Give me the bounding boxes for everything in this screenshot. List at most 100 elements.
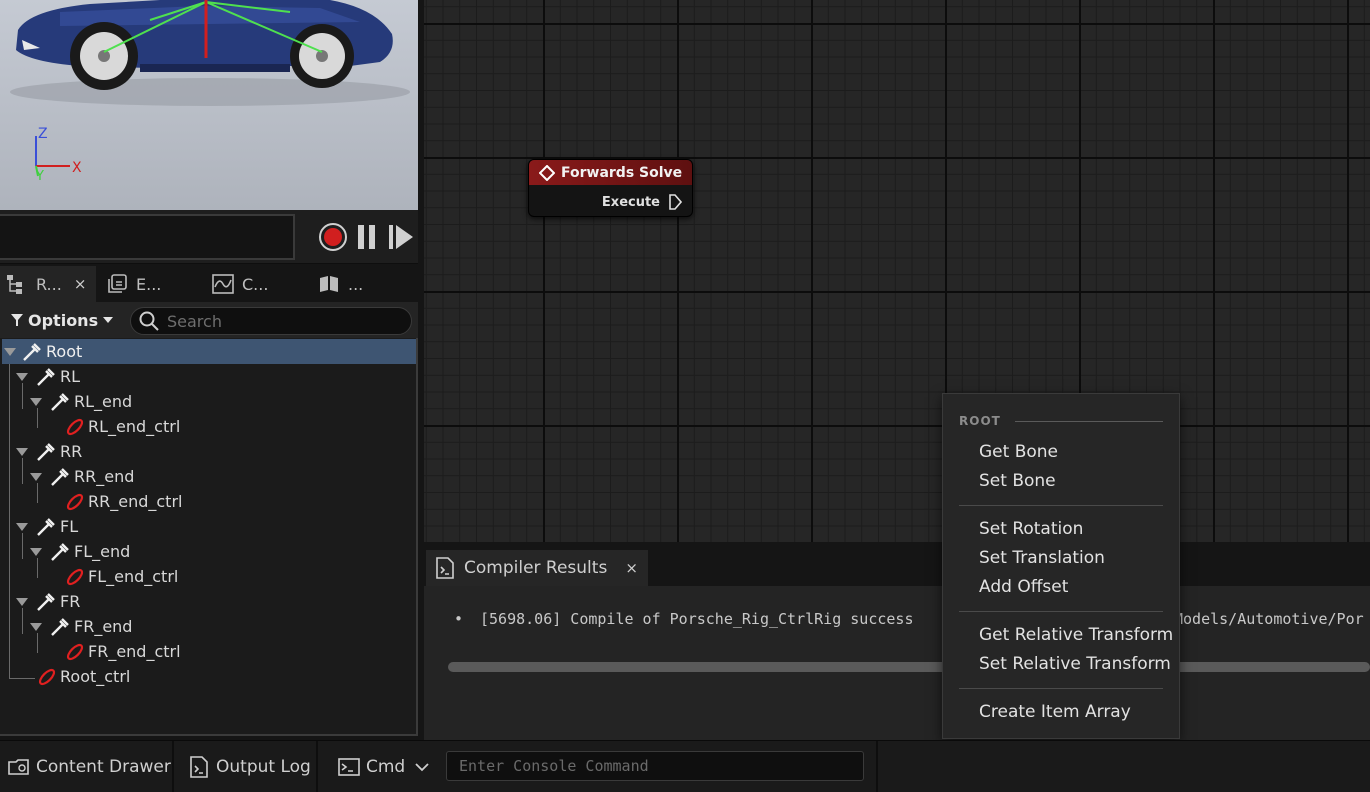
content-drawer-label: Content Drawer bbox=[36, 757, 171, 777]
search-input[interactable] bbox=[167, 311, 387, 331]
pause-icon bbox=[358, 225, 375, 249]
tree-item-label: FR_end bbox=[74, 617, 133, 636]
tab-book[interactable]: ... bbox=[312, 266, 402, 302]
menu-item-set-translation[interactable]: Set Translation bbox=[979, 548, 1105, 568]
tree-item[interactable]: FR_end_ctrl bbox=[2, 639, 416, 664]
tab-label: R... bbox=[36, 274, 62, 294]
bone-icon bbox=[37, 518, 55, 536]
tab-e[interactable]: E... bbox=[96, 266, 202, 302]
tree-item[interactable]: Root bbox=[2, 339, 416, 364]
node-header: Forwards Solve bbox=[529, 160, 692, 185]
tree-item[interactable]: RR bbox=[2, 439, 416, 464]
execute-pin[interactable]: Execute bbox=[602, 194, 682, 210]
rig-hierarchy-icon bbox=[7, 275, 22, 294]
expand-caret-icon bbox=[30, 548, 42, 556]
tab-c[interactable]: C... bbox=[202, 266, 312, 302]
cmd-label: Cmd bbox=[366, 757, 406, 777]
book-icon bbox=[320, 276, 338, 292]
tree-item[interactable]: Root_ctrl bbox=[2, 664, 416, 689]
menu-divider bbox=[959, 611, 1163, 612]
header-divider bbox=[1014, 420, 1163, 422]
status-divider bbox=[876, 741, 878, 792]
menu-item-set-relative-transform[interactable]: Set Relative Transform bbox=[979, 654, 1171, 674]
output-log-button[interactable]: Output Log bbox=[174, 741, 318, 792]
tab-label: ... bbox=[348, 274, 364, 294]
close-icon[interactable]: × bbox=[625, 559, 638, 577]
forwards-solve-node[interactable]: Forwards Solve Execute bbox=[528, 159, 693, 217]
tree-item[interactable]: RL bbox=[2, 364, 416, 389]
tree-item-label: Root bbox=[46, 342, 83, 361]
tree-item-label: Root_ctrl bbox=[60, 667, 131, 686]
terminal-icon bbox=[338, 758, 360, 776]
node-title: Forwards Solve bbox=[561, 164, 683, 181]
viewport[interactable]: Z Y X bbox=[0, 0, 418, 210]
tree-item-label: RL_end bbox=[74, 392, 133, 411]
tree-item[interactable]: FR bbox=[2, 589, 416, 614]
bone-icon bbox=[51, 468, 69, 486]
compile-message: [5698.06] Compile of Porsche_Rig_CtrlRig… bbox=[480, 610, 914, 628]
tree-item[interactable]: FL_end bbox=[2, 539, 416, 564]
tree-item[interactable]: FL_end_ctrl bbox=[2, 564, 416, 589]
compile-message-path: Models/Automotive/Por bbox=[1174, 610, 1364, 628]
bone-icon bbox=[37, 443, 55, 461]
menu-item-get-bone[interactable]: Get Bone bbox=[979, 442, 1058, 462]
bone-icon bbox=[51, 393, 69, 411]
record-button[interactable] bbox=[318, 222, 348, 252]
tree-item[interactable]: RL_end bbox=[2, 389, 416, 414]
console-command-input[interactable] bbox=[447, 752, 863, 780]
options-button[interactable]: Options bbox=[10, 308, 114, 332]
rig-graph-canvas[interactable] bbox=[424, 0, 1370, 542]
tab-label: E... bbox=[136, 274, 162, 294]
output-log-icon bbox=[190, 756, 208, 778]
control-icon bbox=[66, 418, 84, 436]
context-menu: ROOT Get Bone Set Bone Set Rotation Set … bbox=[942, 393, 1180, 739]
timeline-scrubber[interactable] bbox=[0, 214, 295, 260]
record-icon bbox=[319, 223, 347, 251]
tree-item[interactable]: RR_end bbox=[2, 464, 416, 489]
tab-rig-hierarchy[interactable]: R... × bbox=[0, 266, 96, 302]
compiler-tab-bar: Compiler Results × bbox=[424, 542, 1370, 586]
expand-caret-icon bbox=[16, 448, 28, 456]
menu-item-set-rotation[interactable]: Set Rotation bbox=[979, 519, 1083, 539]
control-icon bbox=[66, 493, 84, 511]
expand-caret-icon bbox=[30, 623, 42, 631]
menu-divider bbox=[959, 505, 1163, 506]
menu-item-set-bone[interactable]: Set Bone bbox=[979, 471, 1056, 491]
tab-label: Compiler Results bbox=[464, 558, 608, 578]
tree-item[interactable]: FL bbox=[2, 514, 416, 539]
tree-item[interactable]: RR_end_ctrl bbox=[2, 489, 416, 514]
axis-gizmo-icon: Z Y X bbox=[35, 126, 82, 184]
expand-caret-icon bbox=[16, 598, 28, 606]
tree-item-label: FR bbox=[60, 592, 81, 611]
horizontal-scrollbar[interactable] bbox=[448, 662, 1370, 672]
search-box[interactable] bbox=[130, 307, 412, 335]
tree-item[interactable]: RL_end_ctrl bbox=[2, 414, 416, 439]
tree-item-label: RL bbox=[60, 367, 81, 386]
hierarchy-toolbar: Options bbox=[0, 302, 418, 338]
control-icon bbox=[66, 643, 84, 661]
close-icon[interactable]: × bbox=[74, 275, 87, 293]
curve-icon bbox=[212, 274, 234, 294]
compiler-output: • [5698.06] Compile of Porsche_Rig_CtrlR… bbox=[424, 586, 1370, 740]
pause-button[interactable] bbox=[352, 222, 382, 252]
tree-item-label: RR bbox=[60, 442, 83, 461]
menu-item-create-item-array[interactable]: Create Item Array bbox=[979, 702, 1131, 722]
bone-icon bbox=[51, 543, 69, 561]
content-drawer-button[interactable]: Content Drawer bbox=[0, 741, 174, 792]
exec-pin-icon bbox=[669, 194, 682, 210]
axis-label-y: Y bbox=[35, 169, 44, 184]
tab-compiler-results[interactable]: Compiler Results × bbox=[426, 550, 648, 586]
rig-hierarchy-tree: Root RL RL_end RL_end_ctrl RR RR_end RR_… bbox=[0, 338, 418, 736]
control-icon bbox=[38, 668, 56, 686]
menu-item-add-offset[interactable]: Add Offset bbox=[979, 577, 1068, 597]
console-command-box[interactable] bbox=[446, 751, 864, 781]
bullet: • bbox=[454, 610, 464, 628]
menu-divider bbox=[959, 688, 1163, 689]
menu-item-get-relative-transform[interactable]: Get Relative Transform bbox=[979, 625, 1173, 645]
tree-item-label: RR_end bbox=[74, 467, 135, 486]
tree-item[interactable]: FR_end bbox=[2, 614, 416, 639]
expand-caret-icon bbox=[30, 398, 42, 406]
cmd-dropdown[interactable]: Cmd bbox=[318, 741, 438, 792]
tab-label: C... bbox=[242, 274, 269, 294]
step-forward-button[interactable] bbox=[386, 222, 416, 252]
